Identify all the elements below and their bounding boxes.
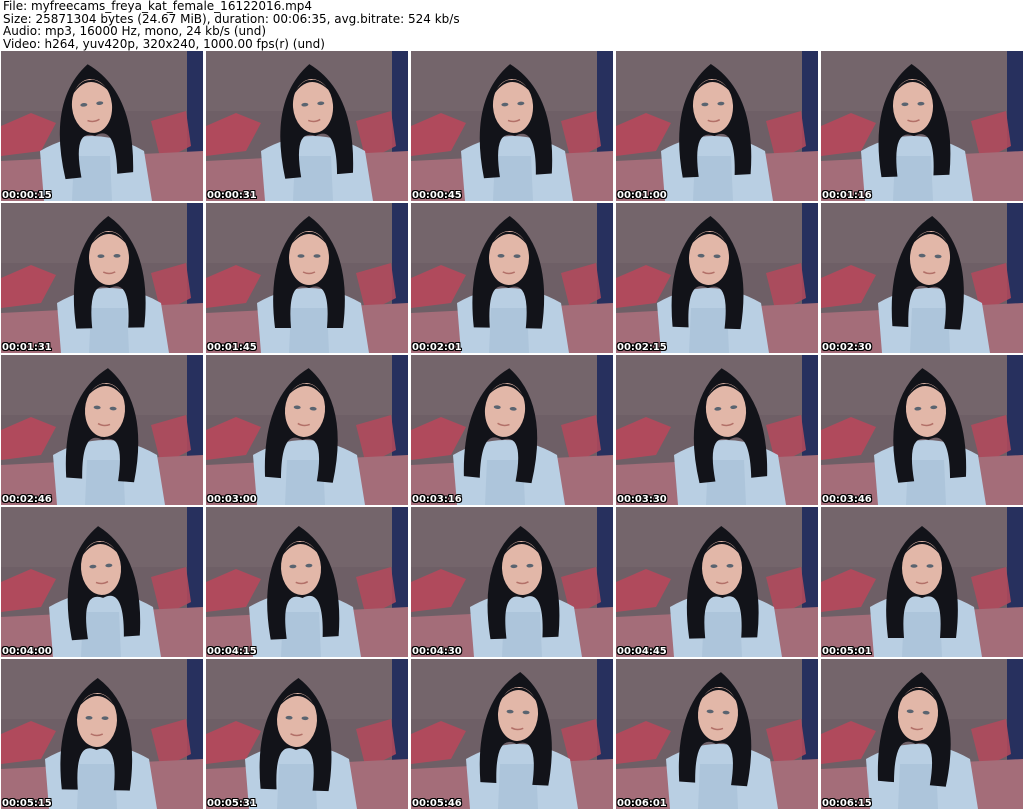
thumbnail: 00:04:30 (411, 507, 613, 657)
thumbnail-timestamp: 00:05:15 (2, 798, 52, 809)
thumbnail-timestamp: 00:05:01 (822, 646, 872, 657)
thumbnail-timestamp: 00:01:16 (822, 190, 872, 201)
thumbnail-timestamp: 00:04:30 (412, 646, 462, 657)
thumbnail: 00:05:31 (206, 659, 408, 809)
thumbnail-timestamp: 00:06:01 (617, 798, 667, 809)
video-frame-image (206, 51, 408, 201)
video-frame-image (411, 51, 613, 201)
thumbnail: 00:05:15 (1, 659, 203, 809)
thumbnail-timestamp: 00:04:00 (2, 646, 52, 657)
thumbnail: 00:03:16 (411, 355, 613, 505)
video-frame-image (821, 355, 1023, 505)
thumbnail: 00:01:45 (206, 203, 408, 353)
thumbnail: 00:00:15 (1, 51, 203, 201)
thumbnail: 00:01:16 (821, 51, 1023, 201)
thumbnail-timestamp: 00:03:16 (412, 494, 462, 505)
video-frame-image (1, 51, 203, 201)
thumbnail: 00:04:45 (616, 507, 818, 657)
thumbnail-timestamp: 00:03:00 (207, 494, 257, 505)
video-frame-image (821, 659, 1023, 809)
video-frame-image (616, 507, 818, 657)
file-info-header: File: myfreecams_freya_kat_female_161220… (3, 0, 1021, 50)
thumbnail: 00:06:01 (616, 659, 818, 809)
thumbnail: 00:01:31 (1, 203, 203, 353)
video-frame-image (411, 203, 613, 353)
video-frame-image (1, 203, 203, 353)
thumbnail: 00:05:01 (821, 507, 1023, 657)
video-frame-image (616, 203, 818, 353)
video-info-line: Video: h264, yuv420p, 320x240, 1000.00 f… (3, 36, 325, 51)
thumbnail: 00:02:15 (616, 203, 818, 353)
video-frame-image (616, 659, 818, 809)
thumbnail-timestamp: 00:00:31 (207, 190, 257, 201)
thumbnail-timestamp: 00:00:45 (412, 190, 462, 201)
video-frame-image (821, 507, 1023, 657)
thumbnail: 00:03:46 (821, 355, 1023, 505)
thumbnail: 00:06:15 (821, 659, 1023, 809)
video-frame-image (821, 51, 1023, 201)
thumbnail-grid: 00:00:15 00:00:31 00:00:45 00:01:00 00:0… (1, 51, 1023, 811)
thumbnail: 00:04:15 (206, 507, 408, 657)
thumbnail-timestamp: 00:02:01 (412, 342, 462, 353)
thumbnail-timestamp: 00:01:31 (2, 342, 52, 353)
thumbnail-timestamp: 00:01:45 (207, 342, 257, 353)
thumbnail: 00:02:30 (821, 203, 1023, 353)
thumbnail-timestamp: 00:04:15 (207, 646, 257, 657)
audio-info-line: Audio: mp3, 16000 Hz, mono, 24 kb/s (und… (3, 24, 267, 38)
thumbnail-timestamp: 00:03:30 (617, 494, 667, 505)
thumbnail-timestamp: 00:02:15 (617, 342, 667, 353)
thumbnail: 00:04:00 (1, 507, 203, 657)
thumbnail: 00:00:45 (411, 51, 613, 201)
thumbnail-timestamp: 00:05:31 (207, 798, 257, 809)
video-frame-image (411, 355, 613, 505)
video-frame-image (616, 51, 818, 201)
thumbnail-timestamp: 00:06:15 (822, 798, 872, 809)
thumbnail: 00:02:01 (411, 203, 613, 353)
video-frame-image (616, 355, 818, 505)
thumbnail-timestamp: 00:04:45 (617, 646, 667, 657)
video-frame-image (821, 203, 1023, 353)
video-frame-image (206, 659, 408, 809)
video-frame-image (1, 507, 203, 657)
video-frame-image (206, 355, 408, 505)
thumbnail-timestamp: 00:03:46 (822, 494, 872, 505)
thumbnail: 00:00:31 (206, 51, 408, 201)
thumbnail-timestamp: 00:02:30 (822, 342, 872, 353)
video-frame-image (411, 659, 613, 809)
thumbnail: 00:05:46 (411, 659, 613, 809)
video-frame-image (411, 507, 613, 657)
video-frame-image (1, 659, 203, 809)
thumbnail: 00:03:30 (616, 355, 818, 505)
thumbnail: 00:01:00 (616, 51, 818, 201)
video-frame-image (206, 507, 408, 657)
thumbnail: 00:02:46 (1, 355, 203, 505)
thumbnail-timestamp: 00:02:46 (2, 494, 52, 505)
thumbnail-timestamp: 00:01:00 (617, 190, 667, 201)
file-name-line: File: myfreecams_freya_kat_female_161220… (3, 0, 313, 13)
thumbnail-timestamp: 00:00:15 (2, 190, 52, 201)
video-frame-image (206, 203, 408, 353)
video-frame-image (1, 355, 203, 505)
thumbnail-timestamp: 00:05:46 (412, 798, 462, 809)
thumbnail: 00:03:00 (206, 355, 408, 505)
